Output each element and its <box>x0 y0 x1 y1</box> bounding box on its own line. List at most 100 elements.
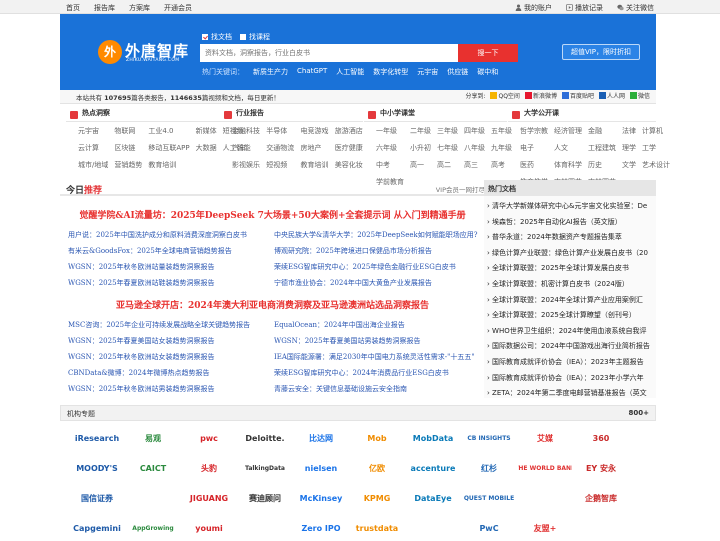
org-logo[interactable]: PwC <box>462 515 516 541</box>
org-logo[interactable]: MOODY'S <box>70 455 124 481</box>
category-link[interactable]: 半导体 <box>266 126 294 136</box>
vip-note[interactable]: VIP会员一网打尽 <box>436 184 485 194</box>
report-link[interactable]: WGSN：2025年春夏欧洲站鞋装趋势洞察报告 <box>68 278 215 288</box>
checkbox-find-docs[interactable]: 找文档 <box>202 32 232 42</box>
hot-keyword[interactable]: 人工智能 <box>336 67 364 77</box>
category-link[interactable]: 电子 <box>520 143 548 153</box>
category-link[interactable]: 教育培训 <box>301 160 329 170</box>
follow-wechat-link[interactable]: 关注微信 <box>617 3 654 13</box>
report-link[interactable]: 中央民族大学&清华大学：2025年DeepSeek如何赋能职场应用? <box>274 230 478 240</box>
org-logo[interactable]: accenture <box>406 455 460 481</box>
org-logo[interactable]: Deloitte. <box>238 425 292 451</box>
search-input[interactable] <box>201 45 457 61</box>
category-link[interactable]: 中考 <box>376 160 404 170</box>
hot-keyword[interactable]: ChatGPT <box>297 67 327 77</box>
category-link[interactable]: 金融科技 <box>232 126 260 136</box>
category-link[interactable]: 医疗健康 <box>335 143 363 153</box>
org-logo[interactable]: 红杉 <box>462 455 516 481</box>
category-link[interactable]: 汽车 <box>232 143 260 153</box>
category-link[interactable]: 高二 <box>437 160 458 170</box>
org-logo[interactable]: DataEye <box>406 485 460 511</box>
category-link[interactable]: 一年级 <box>376 126 404 136</box>
org-logo[interactable]: 艾媒 <box>518 425 572 451</box>
category-link[interactable]: 短视频 <box>266 160 294 170</box>
category-link[interactable]: 区块链 <box>114 143 142 153</box>
category-link[interactable]: 三年级 <box>437 126 458 136</box>
hot-keyword[interactable]: 供应链 <box>447 67 468 77</box>
org-logo[interactable]: KPMG <box>350 485 404 511</box>
category-link[interactable]: 历史 <box>588 160 616 170</box>
report-link[interactable]: WGSN：2025年春夏美国站女装趋势洞察报告 <box>68 336 215 346</box>
org-logo[interactable] <box>406 515 460 541</box>
hot-keyword[interactable]: 数字化转型 <box>373 67 408 77</box>
org-logo[interactable]: EY 安永 <box>574 455 628 481</box>
category-link[interactable]: 云计算 <box>78 143 108 153</box>
org-logo[interactable]: Zero IPO <box>294 515 348 541</box>
category-link[interactable]: 文学 <box>622 160 636 170</box>
category-link[interactable]: 人文 <box>554 143 582 153</box>
featured-headline[interactable]: 亚马逊全球开店：2024年澳大利亚电商消费洞察及亚马逊澳洲站选品洞察报告 <box>60 298 485 311</box>
org-logo[interactable]: 360 <box>574 425 628 451</box>
hot-doc-item[interactable]: › 全球计算联盟：机密计算白皮书（2024版） <box>487 277 653 293</box>
category-link[interactable]: 物联网 <box>114 126 142 136</box>
search-button[interactable]: 搜一下 <box>458 44 518 62</box>
share-weibo[interactable]: 新浪微博 <box>524 91 557 100</box>
nav-solutions[interactable]: 方案库 <box>129 3 150 13</box>
report-link[interactable]: 博观研究院：2025年跨境进口保健品市场分析报告 <box>274 246 432 256</box>
org-logo[interactable]: MobData <box>406 425 460 451</box>
category-link[interactable]: 经济管理 <box>554 126 582 136</box>
report-link[interactable]: MSC咨询：2025年企业可持续发展战略全球关键趋势报告 <box>68 320 250 330</box>
hot-doc-item[interactable]: › 清华大学新媒体研究中心&元宇宙文化实验室：De <box>487 199 653 215</box>
hot-doc-item[interactable]: › 绿色计算产业联盟：绿色计算产业发展白皮书（20 <box>487 246 653 262</box>
category-link[interactable]: 计算机 <box>642 126 670 136</box>
category-link[interactable]: 新媒体 <box>196 126 217 136</box>
org-logo[interactable]: JIGUANG <box>182 485 236 511</box>
checkbox-find-courses[interactable]: 找课程 <box>240 32 270 42</box>
category-link[interactable]: 工业4.0 <box>148 126 189 136</box>
my-account-link[interactable]: 我的账户 <box>515 3 552 13</box>
share-renren[interactable]: 人人网 <box>598 91 625 100</box>
report-link[interactable]: 荣续ESG智库研究中心：2024年消费品行业ESG白皮书 <box>274 368 449 378</box>
category-link[interactable]: 艺术设计 <box>642 160 670 170</box>
share-qzone[interactable]: QQ空间 <box>490 91 520 100</box>
org-logo[interactable]: 头豹 <box>182 455 236 481</box>
hot-doc-item[interactable]: › 全球计算联盟：2025全球计算瞭望（创刊号） <box>487 308 653 324</box>
category-link[interactable]: 法律 <box>622 126 636 136</box>
report-link[interactable]: CBNData&微博：2024年微博热点趋势报告 <box>68 368 209 378</box>
report-link[interactable]: WGSN：2025年秋冬欧洲站男装趋势洞察报告 <box>68 384 215 394</box>
category-link[interactable]: 元宇宙 <box>78 126 108 136</box>
category-link[interactable]: 营销趋势 <box>114 160 142 170</box>
site-logo[interactable]: 外 外唐智库 ZHIKU.WAITANG.COM <box>98 40 196 66</box>
org-logo[interactable]: 企鹅智库 <box>574 485 628 511</box>
hot-doc-item[interactable]: › 普华永道：2024年数据资产专题报告集萃 <box>487 230 653 246</box>
hot-doc-item[interactable]: › 国际教育成就评价协会（IEA）：2023年小学六年 <box>487 371 653 387</box>
share-tieba[interactable]: 百度贴吧 <box>561 91 594 100</box>
category-link[interactable]: 工程建筑 <box>588 143 616 153</box>
category-link[interactable]: 房地产 <box>301 143 329 153</box>
category-link[interactable]: 影视娱乐 <box>232 160 260 170</box>
nav-membership[interactable]: 开通会员 <box>164 3 192 13</box>
report-link[interactable]: 青藤云安全：关键信息基础设施云安全指南 <box>274 384 407 394</box>
category-link[interactable]: 交通物流 <box>266 143 294 153</box>
report-link[interactable]: 宁德市渔业协会：2024年中国大黄鱼产业发展报告 <box>274 278 432 288</box>
org-logo[interactable] <box>126 485 180 511</box>
hot-keyword[interactable]: 元宇宙 <box>417 67 438 77</box>
category-link[interactable]: 移动互联APP <box>148 143 189 153</box>
org-logo[interactable]: THE WORLD BANK <box>518 455 572 481</box>
featured-headline[interactable]: 觉醒学院&AI流量坊：2025年DeepSeek 7大场景+50大案例+全套提示… <box>60 208 485 221</box>
report-link[interactable]: 用户说：2025年中国洗护成分和原料消费深度洞察白皮书 <box>68 230 247 240</box>
org-logo[interactable]: 比达网 <box>294 425 348 451</box>
org-logo[interactable]: 亿欧 <box>350 455 404 481</box>
category-link[interactable]: 电竞游戏 <box>301 126 329 136</box>
org-logo[interactable]: Capgemini <box>70 515 124 541</box>
report-link[interactable]: 有米云&GoodsFox：2025年全球电商营销趋势报告 <box>68 246 232 256</box>
hot-doc-item[interactable]: › 全球计算联盟：2024年全球计算产业应用案例汇 <box>487 293 653 309</box>
hot-doc-item[interactable]: › 全球计算联盟：2025年全球计算发展白皮书 <box>487 261 653 277</box>
org-logo[interactable]: youmi <box>182 515 236 541</box>
category-link[interactable]: 哲学宗教 <box>520 126 548 136</box>
category-link[interactable]: 理学 <box>622 143 636 153</box>
hot-doc-item[interactable]: › ZETA：2024年第二季度电邮营销基准报告（英文 <box>487 386 653 402</box>
org-logo[interactable] <box>518 485 572 511</box>
category-link[interactable]: 二年级 <box>410 126 431 136</box>
org-logo[interactable]: 国信证券 <box>70 485 124 511</box>
